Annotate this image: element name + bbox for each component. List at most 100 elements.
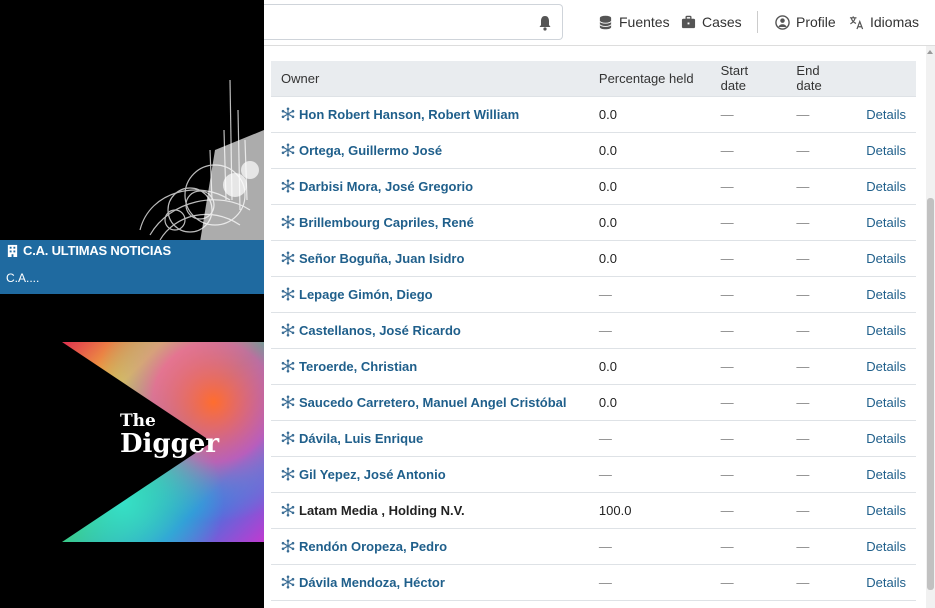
owner-name: Brillembourg Capriles, René <box>299 214 474 230</box>
details-cell: Details <box>856 240 916 277</box>
details-link[interactable]: Details <box>866 395 906 410</box>
owner-name: Latam Media , Holding N.V. <box>299 502 465 518</box>
details-cell: Details <box>856 384 916 421</box>
nav-label-cases: Cases <box>702 14 742 30</box>
owner-cell: Teroerde, Christian <box>271 348 589 385</box>
owner-link[interactable]: Señor Boguña, Juan Isidro <box>281 251 579 266</box>
percentage-cell: — <box>588 456 711 493</box>
owner-cell: Darbisi Mora, José Gregorio <box>271 168 589 205</box>
details-link[interactable]: Details <box>866 251 906 266</box>
percentage-cell: 0.0 <box>588 132 711 169</box>
owner-link[interactable]: Ortega, Guillermo José <box>281 143 579 158</box>
end-date-cell: — <box>786 456 857 493</box>
percentage-cell: — <box>588 420 711 457</box>
percentage-cell: — <box>588 312 711 349</box>
details-link[interactable]: Details <box>866 539 906 554</box>
details-link[interactable]: Details <box>866 287 906 302</box>
owner-name: Teroerde, Christian <box>299 358 418 374</box>
end-date-cell: — <box>786 384 857 421</box>
percentage-cell: — <box>588 528 711 565</box>
nav-fuentes[interactable]: Fuentes <box>598 0 670 44</box>
person-node-icon <box>281 143 295 157</box>
person-node-icon <box>281 287 295 301</box>
details-cell: Details <box>856 204 916 241</box>
details-link[interactable]: Details <box>866 503 906 518</box>
nav-label-fuentes: Fuentes <box>619 14 670 30</box>
table-header-row: Owner Percentage held Start date End dat… <box>271 61 916 97</box>
entity-title: C.A. ULTIMAS NOTICIAS <box>6 243 171 258</box>
table-row: Gil Yepez, José Antonio — — — Details <box>271 456 916 493</box>
table-row: Hon Robert Hanson, Robert William 0.0— — De… <box>271 96 916 133</box>
details-link[interactable]: Details <box>866 359 906 374</box>
nav-idiomas[interactable]: Idiomas <box>849 0 919 44</box>
percentage-cell: 0.0 <box>588 348 711 385</box>
end-date-cell: — <box>786 132 857 169</box>
owner-cell: Latam Media , Holding N.V. <box>271 492 589 529</box>
details-cell: Details <box>856 132 916 169</box>
details-link[interactable]: Details <box>866 143 906 158</box>
owner-link[interactable]: Dávila, Luis Enrique <box>281 431 579 446</box>
column-header-start-date: Start date <box>710 61 787 97</box>
details-link[interactable]: Details <box>866 323 906 338</box>
details-link[interactable]: Details <box>866 215 906 230</box>
owner-link: Latam Media , Holding N.V. <box>281 503 579 518</box>
details-cell: Details <box>856 564 916 601</box>
top-bar: Fuentes Cases Profile Idiomas <box>264 0 935 46</box>
owner-link[interactable]: Gil Yepez, José Antonio <box>281 467 579 482</box>
end-date-cell: — <box>786 564 857 601</box>
end-date-cell: — <box>786 528 857 565</box>
entity-name: C.A. ULTIMAS NOTICIAS <box>23 243 171 258</box>
owner-link[interactable]: Teroerde, Christian <box>281 359 579 374</box>
owner-link[interactable]: Saucedo Carretero, Manuel Angel Cristóba… <box>281 395 579 410</box>
scrollbar-thumb[interactable] <box>927 198 934 590</box>
table-row: Brillembourg Capriles, René 0.0— — Details <box>271 204 916 241</box>
details-link[interactable]: Details <box>866 467 906 482</box>
start-date-cell: — <box>710 204 787 241</box>
details-link[interactable]: Details <box>866 107 906 122</box>
details-cell: Details <box>856 168 916 205</box>
owner-link[interactable]: Darbisi Mora, José Gregorio <box>281 179 579 194</box>
owner-link[interactable]: Dávila Mendoza, Héctor <box>281 575 579 590</box>
scroll-up-arrow-icon[interactable] <box>927 50 933 54</box>
owner-link[interactable]: Castellanos, José Ricardo <box>281 323 579 338</box>
owner-name: Rendón Oropeza, Pedro <box>299 538 448 554</box>
owner-link[interactable]: Hon Robert Hanson, Robert William <box>281 107 579 122</box>
owner-link[interactable]: Rendón Oropeza, Pedro <box>281 539 579 554</box>
end-date-cell: — <box>786 492 857 529</box>
owner-cell: Saucedo Carretero, Manuel Angel Cristóba… <box>271 384 589 421</box>
column-header-end-date: End date <box>786 61 857 97</box>
translate-icon <box>849 15 864 29</box>
end-date-cell: — <box>786 168 857 205</box>
table-row: Dávila, Luis Enrique — — — Details <box>271 420 916 457</box>
details-cell: Details <box>856 96 916 133</box>
owner-name: Darbisi Mora, José Gregorio <box>299 178 474 194</box>
table-row: Saucedo Carretero, Manuel Angel Cristóba… <box>271 384 916 421</box>
logo-text-digger: Digger <box>120 429 219 459</box>
person-node-icon <box>281 107 295 121</box>
percentage-cell: 0.0 <box>588 168 711 205</box>
details-cell: Details <box>856 348 916 385</box>
table-row: Darbisi Mora, José Gregorio 0.0— — Details <box>271 168 916 205</box>
owner-link[interactable]: Lepage Gimón, Diego <box>281 287 579 302</box>
nav-profile[interactable]: Profile <box>775 0 836 44</box>
bell-icon[interactable] <box>538 15 552 31</box>
start-date-cell: — <box>710 168 787 205</box>
scrollbar[interactable] <box>926 46 935 608</box>
person-node-icon <box>281 503 295 517</box>
percentage-cell: 0.0 <box>588 96 711 133</box>
details-link[interactable]: Details <box>866 575 906 590</box>
database-icon <box>599 15 612 29</box>
person-node-icon <box>281 323 295 337</box>
nav-separator <box>757 11 758 33</box>
nav-cases[interactable]: Cases <box>681 0 742 44</box>
details-link[interactable]: Details <box>866 431 906 446</box>
table-row: Ortega, Guillermo José 0.0— — Details <box>271 132 916 169</box>
details-link[interactable]: Details <box>866 179 906 194</box>
percentage-cell: 0.0 <box>588 384 711 421</box>
owner-link[interactable]: Brillembourg Capriles, René <box>281 215 579 230</box>
search-input[interactable] <box>264 4 563 40</box>
table-row: Teroerde, Christian 0.0— — Details <box>271 348 916 385</box>
owner-cell: Brillembourg Capriles, René <box>271 204 589 241</box>
end-date-cell: — <box>786 204 857 241</box>
column-header-action <box>856 61 916 97</box>
